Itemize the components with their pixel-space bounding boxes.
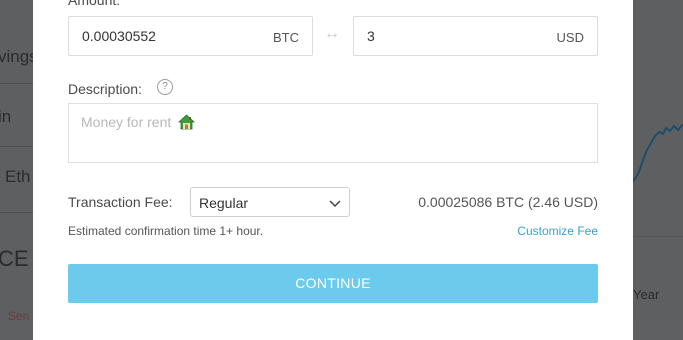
confirmation-estimate: Estimated confirmation time 1+ hour. xyxy=(68,224,264,238)
bg-divider xyxy=(0,83,33,84)
fee-amount: 0.00025086 BTC (2.46 USD) xyxy=(418,194,598,210)
background-left-panel: vings in Eth CE Sen xyxy=(0,0,38,323)
amount-label: Amount: xyxy=(68,0,121,8)
background-right-chart xyxy=(632,0,683,320)
chevron-down-icon xyxy=(329,196,341,214)
description-input[interactable]: Money for rent xyxy=(68,103,598,163)
send-modal: Amount: 0.00030552 BTC ↔ 3 USD Descripti… xyxy=(33,0,633,340)
fee-select[interactable]: Regular xyxy=(190,187,350,217)
description-label: Description: xyxy=(68,81,142,97)
transaction-fee-label: Transaction Fee: xyxy=(68,194,173,210)
bg-ethereum-label: Eth xyxy=(5,167,31,186)
btc-amount-value: 0.00030552 xyxy=(82,28,156,44)
house-emoji-icon xyxy=(178,114,196,133)
bg-year-label: Year xyxy=(633,287,660,302)
bg-send-label: Sen xyxy=(8,309,30,323)
btc-unit-label: BTC xyxy=(273,30,299,45)
bg-heading: CE xyxy=(0,246,29,271)
usd-amount-input[interactable]: 3 USD xyxy=(353,16,598,56)
continue-button[interactable]: CONTINUE xyxy=(68,264,598,303)
fee-select-value: Regular xyxy=(199,195,249,211)
swap-arrows-icon: ↔ xyxy=(324,25,340,42)
bg-divider xyxy=(633,236,683,237)
bg-price-chart xyxy=(632,123,683,183)
btc-amount-input[interactable]: 0.00030552 BTC xyxy=(68,16,313,56)
customize-fee-link[interactable]: Customize Fee xyxy=(517,224,598,238)
help-icon[interactable]: ? xyxy=(157,79,173,95)
description-placeholder: Money for rent xyxy=(81,114,172,130)
usd-unit-label: USD xyxy=(556,30,584,45)
usd-amount-value: 3 xyxy=(367,28,375,44)
bg-divider xyxy=(0,212,33,213)
bg-divider xyxy=(0,146,33,147)
bg-bitcoin-label: in xyxy=(0,107,12,126)
